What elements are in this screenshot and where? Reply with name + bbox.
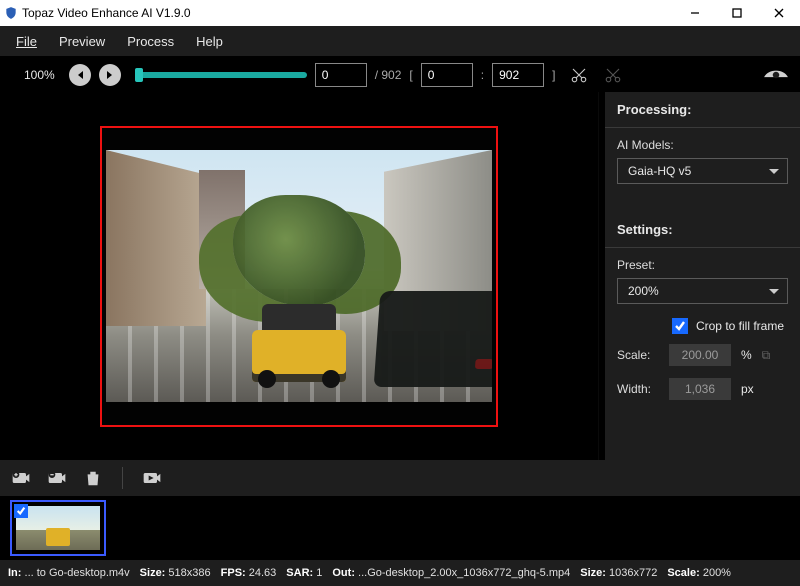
next-frame-button[interactable] [99, 64, 121, 86]
prev-frame-button[interactable] [69, 64, 91, 86]
menu-preview[interactable]: Preview [49, 30, 115, 53]
minimize-button[interactable] [674, 0, 716, 26]
menu-help[interactable]: Help [186, 30, 233, 53]
clip-thumbnails [0, 496, 800, 560]
titlebar: Topaz Video Enhance AI V1.9.0 [0, 0, 800, 26]
menubar: File Preview Process Help [0, 26, 800, 56]
frame-total-label: / 902 [375, 68, 402, 82]
ai-model-select[interactable]: Gaia-HQ v5 [617, 158, 788, 184]
toolbar: 100% / 902 [ : ] [0, 56, 800, 92]
settings-header: Settings: [605, 212, 800, 245]
scale-unit: % [741, 348, 752, 362]
cut-range-button[interactable] [569, 65, 589, 85]
scale-label: Scale: [617, 348, 659, 362]
footer-toolbar [0, 460, 800, 496]
status-bar: In: ... to Go-desktop.m4v Size: 518x386 … [0, 560, 800, 586]
current-frame-input[interactable] [315, 63, 367, 87]
preview-toggle-button[interactable] [762, 65, 790, 85]
processing-header: Processing: [605, 92, 800, 125]
preset-label: Preset: [605, 252, 800, 276]
crop-checkbox[interactable] [672, 318, 688, 334]
crop-label: Crop to fill frame [696, 319, 784, 333]
window-title: Topaz Video Enhance AI V1.9.0 [22, 6, 191, 20]
process-button[interactable] [141, 468, 163, 488]
width-label: Width: [617, 382, 659, 396]
delete-button[interactable] [82, 468, 104, 488]
width-input[interactable] [669, 378, 731, 400]
timeline-slider[interactable] [137, 72, 307, 78]
scale-input[interactable] [669, 344, 731, 366]
ai-models-label: AI Models: [605, 132, 800, 156]
remove-clip-button[interactable] [46, 468, 68, 488]
range-start-input[interactable] [421, 63, 473, 87]
app-icon [4, 6, 18, 20]
menu-file[interactable]: File [6, 30, 47, 53]
range-end-input[interactable] [492, 63, 544, 87]
video-frame [106, 150, 492, 402]
add-clip-button[interactable] [10, 468, 32, 488]
side-panel: Processing: AI Models: Gaia-HQ v5 Settin… [604, 92, 800, 460]
maximize-button[interactable] [716, 0, 758, 26]
cut-clear-button[interactable] [603, 65, 623, 85]
close-button[interactable] [758, 0, 800, 26]
zoom-level[interactable]: 100% [24, 68, 55, 82]
crop-frame [100, 126, 498, 427]
lock-aspect-icon[interactable]: ⧉ [762, 348, 771, 363]
clip-selected-checkbox[interactable] [14, 504, 28, 518]
video-viewport[interactable] [0, 92, 598, 460]
width-unit: px [741, 382, 754, 396]
preset-select[interactable]: 200% [617, 278, 788, 304]
menu-process[interactable]: Process [117, 30, 184, 53]
clip-thumbnail[interactable] [10, 500, 106, 556]
